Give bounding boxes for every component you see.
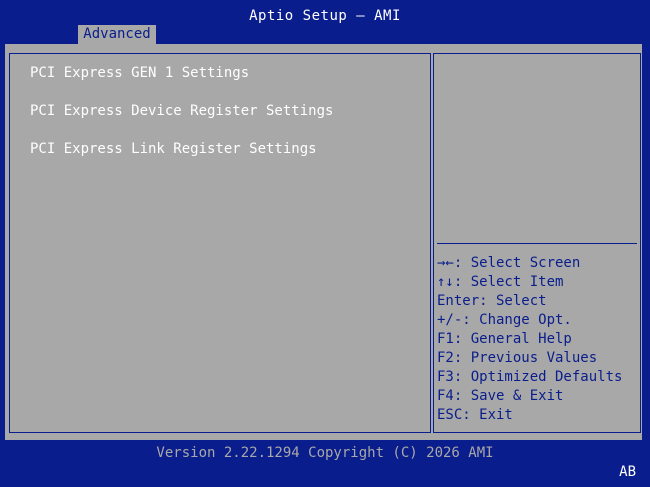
help-divider: [437, 243, 637, 244]
key-hint-select-item: ↑↓: Select Item: [437, 274, 564, 290]
key-hint-save-exit: F4: Save & Exit: [437, 388, 564, 404]
menu-item-pcie-device-register-settings[interactable]: PCI Express Device Register Settings: [30, 103, 333, 119]
key-hint-select-screen: →←: Select Screen: [437, 255, 581, 271]
key-hint-enter: Enter: Select: [437, 293, 547, 309]
key-hint-exit: ESC: Exit: [437, 407, 513, 423]
footer-version: Version 2.22.1294 Copyright (C) 2026 AMI: [156, 445, 494, 461]
tab-advanced[interactable]: Advanced: [78, 25, 156, 44]
header-bar: Aptio Setup – AMI Advanced: [0, 0, 650, 44]
menu-item-pcie-link-register-settings[interactable]: PCI Express Link Register Settings: [30, 141, 317, 157]
settings-panel: PCI Express GEN 1 Settings PCI Express D…: [9, 53, 431, 433]
footer-corner-label: AB: [619, 464, 636, 480]
window-title: Aptio Setup – AMI: [249, 8, 401, 24]
menu-item-pcie-gen1-settings[interactable]: PCI Express GEN 1 Settings: [30, 65, 249, 81]
main-area: PCI Express GEN 1 Settings PCI Express D…: [5, 44, 642, 440]
key-hint-previous-values: F2: Previous Values: [437, 350, 598, 366]
help-panel: →←: Select Screen ↑↓: Select Item Enter:…: [433, 53, 641, 433]
key-hint-optimized-defaults: F3: Optimized Defaults: [437, 369, 623, 385]
key-hint-general-help: F1: General Help: [437, 331, 572, 347]
key-hint-change-opt: +/-: Change Opt.: [437, 312, 572, 328]
